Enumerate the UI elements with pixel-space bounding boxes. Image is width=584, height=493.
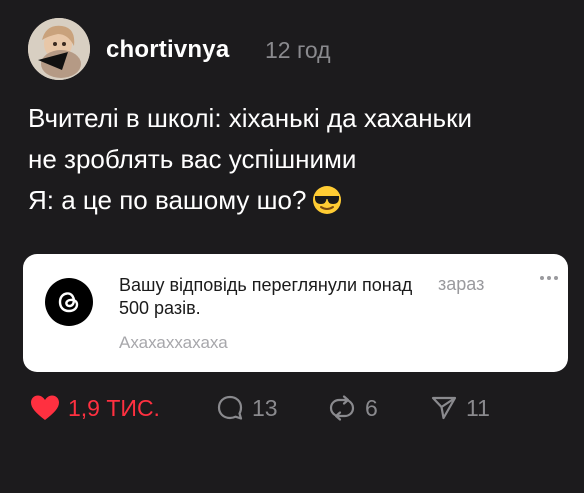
comment-count: 13 (252, 394, 278, 421)
repost-count: 6 (365, 394, 378, 421)
notification-time: зараз (438, 274, 485, 294)
repost-button[interactable]: 6 (327, 390, 378, 426)
more-options-icon[interactable] (540, 271, 562, 285)
avatar-image (28, 18, 90, 80)
repost-icon (329, 395, 355, 421)
post-text-line-content: Я: а це по вашому шо? (28, 185, 307, 215)
sunglasses-emoji-icon (312, 185, 342, 227)
post-timestamp: 12 год (265, 37, 331, 63)
post-text-line: Я: а це по вашому шо? (28, 180, 568, 227)
post-actions: 1,9 ТИС. 13 6 11 (0, 390, 584, 430)
reply-preview: Ахахаххахаха (119, 333, 228, 352)
username[interactable]: chortivnya (106, 36, 229, 64)
share-button[interactable]: 11 (430, 390, 490, 426)
avatar[interactable] (28, 18, 90, 80)
comment-button[interactable]: 13 (216, 390, 278, 426)
threads-icon (45, 278, 93, 326)
threads-post: chortivnya 12 год Вчителі в школі: хіхан… (0, 0, 584, 493)
notification-card[interactable]: Вашу відповідь переглянули понад 500 раз… (23, 254, 568, 372)
notification-message: Вашу відповідь переглянули понад 500 раз… (119, 275, 413, 318)
share-count: 11 (466, 394, 490, 421)
like-count: 1,9 ТИС. (68, 394, 160, 421)
post-text-line: не зроблять вас успішними (28, 144, 357, 174)
send-icon (431, 396, 457, 420)
post-text-line: Вчителі в школі: хіханькі да хаханьки (28, 103, 472, 133)
like-button[interactable]: 1,9 ТИС. (30, 390, 160, 426)
heart-icon (31, 395, 59, 420)
post-text: Вчителі в школі: хіханькі да хаханьки не… (28, 98, 568, 227)
comment-bubble-icon (217, 395, 243, 420)
